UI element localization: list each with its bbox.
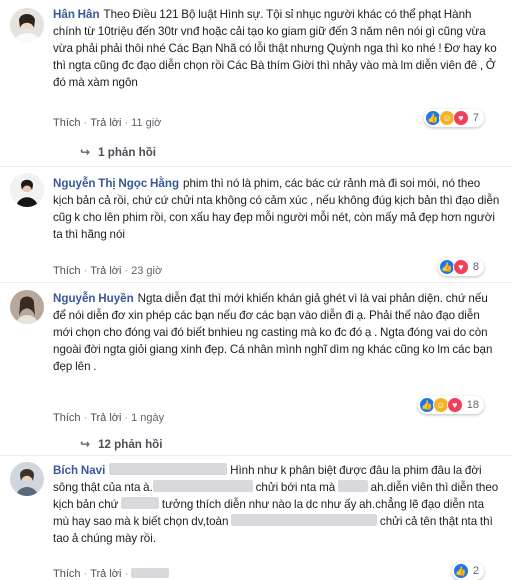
divider xyxy=(0,166,512,167)
avatar[interactable] xyxy=(10,462,44,496)
comment-actions: Thích · Trả lời · 11 giờ xyxy=(53,117,162,129)
redacted-text xyxy=(231,514,378,526)
commenter-name[interactable]: Nguyễn Huyền xyxy=(53,292,134,305)
reply-link[interactable]: Trả lời xyxy=(90,412,121,424)
comment-text: Theo Điều 121 Bộ luật Hình sự. Tội sỉ nh… xyxy=(53,8,497,89)
redacted-text xyxy=(109,463,228,475)
like-link[interactable]: Thích xyxy=(53,412,81,424)
redacted-timestamp xyxy=(131,568,170,578)
timestamp[interactable]: 11 giờ xyxy=(131,117,161,129)
comment-text: chửi bới nta mà xyxy=(255,481,336,494)
redacted-text xyxy=(121,497,160,509)
comment-body: Hân Hân Theo Điều 121 Bộ luật Hình sự. Tộ… xyxy=(53,6,500,91)
timestamp[interactable]: 23 giờ xyxy=(131,265,162,277)
avatar[interactable] xyxy=(10,173,44,207)
reaction-summary[interactable]: 👍 ♥ 8 xyxy=(437,258,484,276)
reply-link[interactable]: Trả lời xyxy=(90,265,121,277)
reply-arrow-icon: ↪ xyxy=(80,145,91,159)
reaction-count: 8 xyxy=(472,261,479,273)
timestamp[interactable]: 1 ngày xyxy=(131,412,164,424)
redacted-text xyxy=(337,480,368,492)
view-replies-link[interactable]: ↪ 12 phản hồi xyxy=(80,437,162,451)
commenter-name[interactable]: Nguyễn Thị Ngọc Hằng xyxy=(53,177,179,190)
reaction-count: 2 xyxy=(472,565,479,577)
comment-actions: Thích · Trả lời · 23 giờ xyxy=(53,265,163,277)
comment-body: Nguyễn Thị Ngọc Hằng phim thì nó là phim,… xyxy=(53,175,500,243)
reaction-summary[interactable]: 👍 2 xyxy=(451,562,484,580)
like-link[interactable]: Thích xyxy=(53,265,81,277)
reply-arrow-icon: ↪ xyxy=(80,437,91,451)
avatar[interactable] xyxy=(10,290,44,324)
reaction-summary[interactable]: 👍 ☺ ♥ 18 xyxy=(417,396,484,414)
love-reaction-icon: ♥ xyxy=(446,397,463,413)
love-reaction-icon: ♥ xyxy=(452,110,469,126)
comment-body: Bích Navi Hình như k phân biệt được đâu … xyxy=(53,462,500,547)
like-link[interactable]: Thích xyxy=(53,117,81,129)
divider xyxy=(0,282,512,283)
view-replies-link[interactable]: ↪ 1 phản hồi xyxy=(80,145,156,159)
commenter-name[interactable]: Bích Navi xyxy=(53,464,105,477)
avatar[interactable] xyxy=(10,8,44,42)
love-reaction-icon: ♥ xyxy=(452,259,469,275)
reaction-count: 18 xyxy=(466,399,479,411)
like-link[interactable]: Thích xyxy=(53,568,81,580)
commenter-name[interactable]: Hân Hân xyxy=(53,8,100,21)
comment-actions: Thích · Trả lời · 1 ngày xyxy=(53,412,165,424)
reply-link[interactable]: Trả lời xyxy=(90,117,121,129)
redacted-text xyxy=(152,480,253,492)
reaction-count: 7 xyxy=(472,112,479,124)
divider xyxy=(0,455,512,456)
reply-link[interactable]: Trả lời xyxy=(90,568,121,580)
comment-actions: Thích · Trả lời · xyxy=(53,568,170,580)
comment-body: Nguyễn Huyền Ngta diễn đạt thì mới khiến … xyxy=(53,290,500,375)
like-reaction-icon: 👍 xyxy=(452,563,469,579)
reaction-summary[interactable]: 👍 ☺ ♥ 7 xyxy=(423,109,484,127)
